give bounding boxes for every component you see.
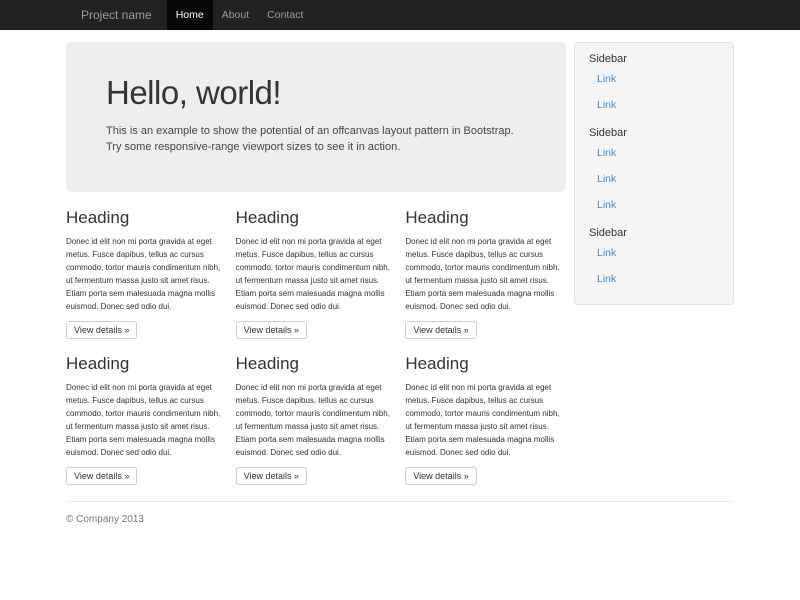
- content-card: Heading Donec id elit non mi porta gravid…: [405, 208, 566, 339]
- sidebar-group: SidebarLinkLinkLink: [589, 127, 719, 218]
- content-row: Hello, world! This is an example to show…: [66, 42, 734, 485]
- nav-item-wrap: Home: [167, 0, 213, 30]
- card-heading: Heading: [405, 354, 566, 374]
- sidebar-link[interactable]: Link: [589, 166, 719, 192]
- sidebar-link[interactable]: Link: [589, 66, 719, 92]
- navbar-container: Project name HomeAboutContact: [66, 0, 734, 30]
- card-heading: Heading: [405, 208, 566, 228]
- jumbotron: Hello, world! This is an example to show…: [66, 42, 566, 192]
- content-card: Heading Donec id elit non mi porta gravid…: [66, 208, 227, 339]
- card-text: Donec id elit non mi porta gravida at eg…: [66, 235, 227, 313]
- cards-grid: Heading Donec id elit non mi porta gravid…: [66, 208, 566, 485]
- content-card: Heading Donec id elit non mi porta gravid…: [236, 354, 397, 485]
- card-heading: Heading: [66, 354, 227, 374]
- sidebar-heading: Sidebar: [589, 127, 719, 139]
- content-card: Heading Donec id elit non mi porta gravid…: [66, 354, 227, 485]
- nav-item-wrap: Contact: [258, 0, 312, 30]
- main-column: Hello, world! This is an example to show…: [66, 42, 566, 485]
- sidebar-group: SidebarLinkLink: [589, 227, 719, 292]
- navbar: Project name HomeAboutContact: [0, 0, 800, 30]
- sidebar-heading: Sidebar: [589, 53, 719, 65]
- view-details-button[interactable]: View details »: [236, 321, 307, 339]
- view-details-button[interactable]: View details »: [405, 321, 476, 339]
- jumbotron-text: This is an example to show the potential…: [106, 123, 526, 156]
- main-container: Hello, world! This is an example to show…: [66, 42, 734, 555]
- nav-item-home[interactable]: Home: [167, 0, 213, 30]
- nav-item-about[interactable]: About: [213, 0, 258, 30]
- sidebar-link[interactable]: Link: [589, 192, 719, 218]
- card-text: Donec id elit non mi porta gravida at eg…: [405, 381, 566, 459]
- view-details-button[interactable]: View details »: [405, 467, 476, 485]
- view-details-button[interactable]: View details »: [66, 467, 137, 485]
- navbar-menu: HomeAboutContact: [167, 0, 313, 30]
- content-card: Heading Donec id elit non mi porta gravid…: [405, 354, 566, 485]
- page: Project name HomeAboutContact Hello, wor…: [0, 0, 800, 600]
- card-text: Donec id elit non mi porta gravida at eg…: [405, 235, 566, 313]
- view-details-button[interactable]: View details »: [236, 467, 307, 485]
- sidebar-link[interactable]: Link: [589, 266, 719, 292]
- card-heading: Heading: [66, 208, 227, 228]
- sidebar-group: SidebarLinkLink: [589, 53, 719, 118]
- sidebar-link[interactable]: Link: [589, 92, 719, 118]
- nav-item-contact[interactable]: Contact: [258, 0, 312, 30]
- footer: © Company 2013: [66, 501, 734, 555]
- footer-text: © Company 2013: [66, 514, 734, 525]
- sidebar-panel: SidebarLinkLinkSidebarLinkLinkLinkSideba…: [574, 42, 734, 305]
- card-text: Donec id elit non mi porta gravida at eg…: [66, 381, 227, 459]
- card-heading: Heading: [236, 208, 397, 228]
- card-text: Donec id elit non mi porta gravida at eg…: [236, 381, 397, 459]
- sidebar-heading: Sidebar: [589, 227, 719, 239]
- navbar-brand[interactable]: Project name: [66, 0, 167, 30]
- content-card: Heading Donec id elit non mi porta gravid…: [236, 208, 397, 339]
- jumbotron-title: Hello, world!: [106, 76, 526, 111]
- card-heading: Heading: [236, 354, 397, 374]
- sidebar-link[interactable]: Link: [589, 240, 719, 266]
- card-text: Donec id elit non mi porta gravida at eg…: [236, 235, 397, 313]
- nav-item-wrap: About: [213, 0, 258, 30]
- view-details-button[interactable]: View details »: [66, 321, 137, 339]
- sidebar-link[interactable]: Link: [589, 140, 719, 166]
